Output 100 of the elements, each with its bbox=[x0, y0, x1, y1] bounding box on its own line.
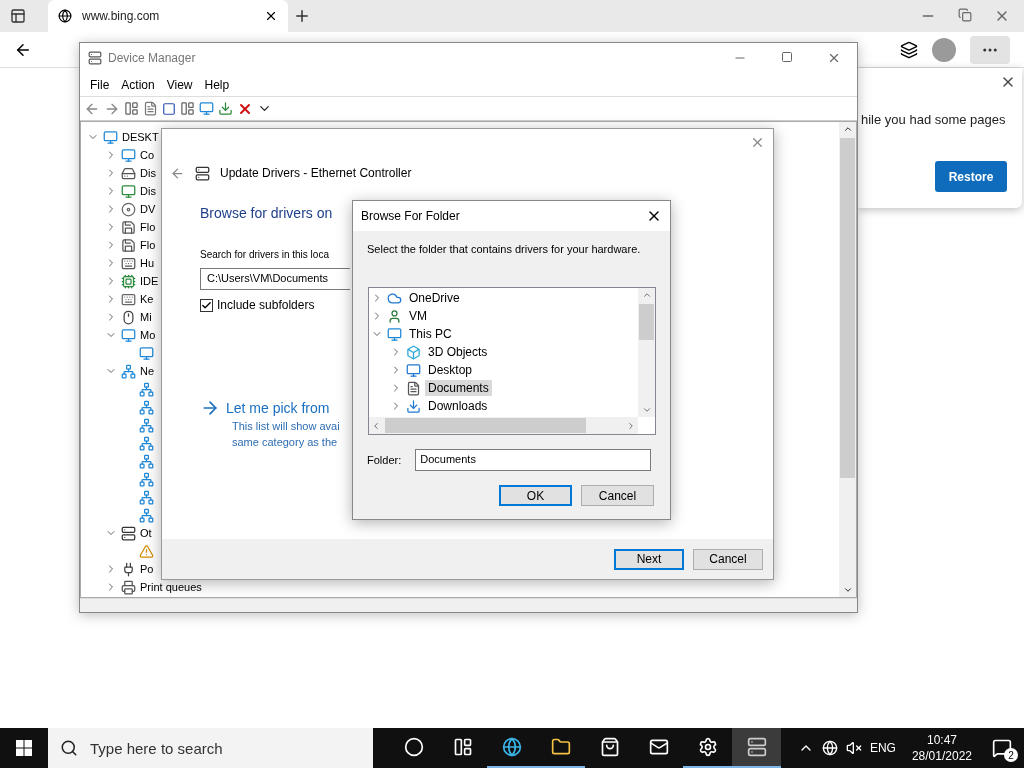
scan-hardware-icon[interactable] bbox=[199, 101, 214, 116]
tree-item[interactable]: Hu bbox=[140, 257, 155, 269]
monitor-icon bbox=[121, 327, 136, 343]
maximize-icon[interactable] bbox=[781, 51, 793, 63]
tree-item[interactable]: DESKT bbox=[122, 131, 159, 143]
desktop-icon bbox=[406, 362, 421, 378]
tree-item[interactable]: Ke bbox=[140, 293, 154, 305]
checkbox-label: Include subfolders bbox=[217, 298, 315, 312]
properties-icon[interactable] bbox=[143, 101, 158, 116]
muted-speaker-icon[interactable] bbox=[845, 740, 862, 756]
dialog-button[interactable]: Cancel bbox=[693, 548, 763, 570]
scrollbar-thumb[interactable] bbox=[639, 304, 654, 340]
checkbox[interactable] bbox=[200, 298, 213, 312]
plug-icon bbox=[121, 561, 136, 577]
search-icon bbox=[60, 739, 78, 757]
menu-item[interactable]: File bbox=[84, 77, 116, 92]
notification-count: 2 bbox=[1004, 748, 1018, 762]
close-tab-icon[interactable] bbox=[264, 9, 278, 23]
store-bag-icon bbox=[599, 737, 620, 757]
clock-date[interactable]: 28/01/2022 bbox=[911, 748, 972, 764]
tree-item[interactable]: Mo bbox=[140, 329, 156, 341]
tree-item[interactable]: Flo bbox=[140, 239, 156, 251]
scroll-up-icon[interactable] bbox=[641, 290, 652, 300]
cloud-icon bbox=[387, 290, 402, 306]
tree-item[interactable]: Documents bbox=[425, 380, 492, 396]
network-icon bbox=[139, 489, 154, 505]
profile-avatar[interactable] bbox=[932, 37, 956, 62]
hard-drive-icon bbox=[121, 165, 136, 181]
monitor-icon bbox=[121, 147, 136, 163]
tree-item[interactable]: Desktop bbox=[425, 362, 476, 378]
document-icon bbox=[406, 380, 421, 396]
network-icon bbox=[139, 399, 154, 415]
printer-icon bbox=[121, 579, 136, 595]
folder-field[interactable]: Documents bbox=[415, 449, 652, 471]
menu-item[interactable]: View bbox=[160, 77, 199, 92]
tree-item[interactable]: Downloads bbox=[425, 398, 491, 414]
tree-item[interactable]: Co bbox=[140, 149, 155, 161]
scrollbar-thumb[interactable] bbox=[385, 418, 586, 433]
tree-item[interactable]: 3D Objects bbox=[425, 344, 491, 360]
chip-icon bbox=[121, 273, 136, 289]
field-label: Folder: bbox=[367, 454, 402, 466]
folder-icon bbox=[550, 737, 571, 757]
page-heading: Browse for drivers on bbox=[200, 205, 333, 221]
tree-item[interactable]: This PC bbox=[406, 326, 455, 342]
floppy-icon bbox=[121, 219, 136, 235]
network-icon bbox=[139, 417, 154, 433]
pick-driver-link[interactable]: Let me pick from bbox=[226, 400, 330, 416]
dialog-button[interactable]: OK bbox=[499, 485, 572, 506]
browser-tab[interactable]: www.bing.com bbox=[48, 0, 288, 32]
search-field[interactable]: Type here to search bbox=[48, 728, 373, 768]
tree-item[interactable]: Mi bbox=[140, 311, 152, 323]
download-icon bbox=[406, 398, 421, 414]
console-tree-icon[interactable] bbox=[124, 101, 139, 116]
tree-item[interactable]: DV bbox=[140, 203, 156, 215]
tree-item[interactable]: OneDrive bbox=[406, 290, 463, 306]
scroll-left-icon[interactable] bbox=[371, 420, 381, 431]
circle-icon bbox=[403, 737, 424, 757]
scroll-down-icon[interactable] bbox=[842, 585, 853, 595]
tree-item[interactable]: Po bbox=[140, 563, 154, 575]
tree-item[interactable]: VM bbox=[406, 308, 430, 324]
tree-item[interactable]: IDE bbox=[140, 275, 159, 287]
clock-time[interactable]: 10:47 bbox=[926, 732, 957, 748]
network-icon bbox=[139, 471, 154, 487]
app-icon bbox=[88, 51, 102, 65]
action-pane-icon[interactable] bbox=[180, 101, 195, 116]
windows-logo-icon bbox=[16, 740, 32, 756]
browser-icon bbox=[501, 737, 522, 757]
dialog-button[interactable]: Next bbox=[614, 548, 684, 570]
monitor-icon bbox=[103, 129, 118, 145]
scroll-down-icon[interactable] bbox=[641, 405, 652, 415]
update-driver-icon[interactable] bbox=[218, 101, 233, 116]
scroll-right-icon[interactable] bbox=[626, 420, 636, 431]
restore-button[interactable]: Restore bbox=[935, 161, 1007, 192]
network-icon bbox=[139, 453, 154, 469]
restore-icon[interactable] bbox=[958, 8, 972, 22]
collections-icon[interactable] bbox=[900, 40, 918, 59]
instruction-text: Select the folder that contains drivers for your hardware. bbox=[366, 242, 642, 255]
tree-item[interactable]: Ot bbox=[140, 527, 152, 539]
tree-item[interactable]: Dis bbox=[140, 185, 156, 197]
computer-icon bbox=[387, 326, 402, 342]
popup-message: hile you had some pages bbox=[861, 112, 1006, 127]
dialog-title: Browse For Folder bbox=[361, 209, 460, 223]
monitor-icon bbox=[139, 345, 154, 361]
dialog-title: Update Drivers - Ethernet Controller bbox=[220, 166, 412, 180]
path-field[interactable]: C:\Users\VM\Documents bbox=[200, 268, 350, 290]
network-icon[interactable] bbox=[821, 740, 838, 756]
scroll-up-icon[interactable] bbox=[842, 124, 853, 134]
tab-actions-icon[interactable] bbox=[10, 8, 26, 24]
menu-item[interactable]: Action bbox=[115, 77, 161, 92]
tree-item[interactable]: Flo bbox=[140, 221, 156, 233]
user-icon bbox=[387, 308, 402, 324]
dialog-button[interactable]: Cancel bbox=[581, 485, 654, 506]
taskbar-button[interactable] bbox=[732, 728, 781, 768]
tree-item[interactable]: Print queues bbox=[140, 581, 202, 593]
scrollbar-thumb[interactable] bbox=[840, 138, 855, 478]
menu-item[interactable]: Help bbox=[198, 77, 236, 92]
tree-item[interactable]: Ne bbox=[140, 365, 155, 377]
language-indicator[interactable]: ENG bbox=[869, 741, 896, 755]
tree-item[interactable]: Dis bbox=[140, 167, 156, 179]
new-tab-icon[interactable] bbox=[293, 7, 311, 25]
